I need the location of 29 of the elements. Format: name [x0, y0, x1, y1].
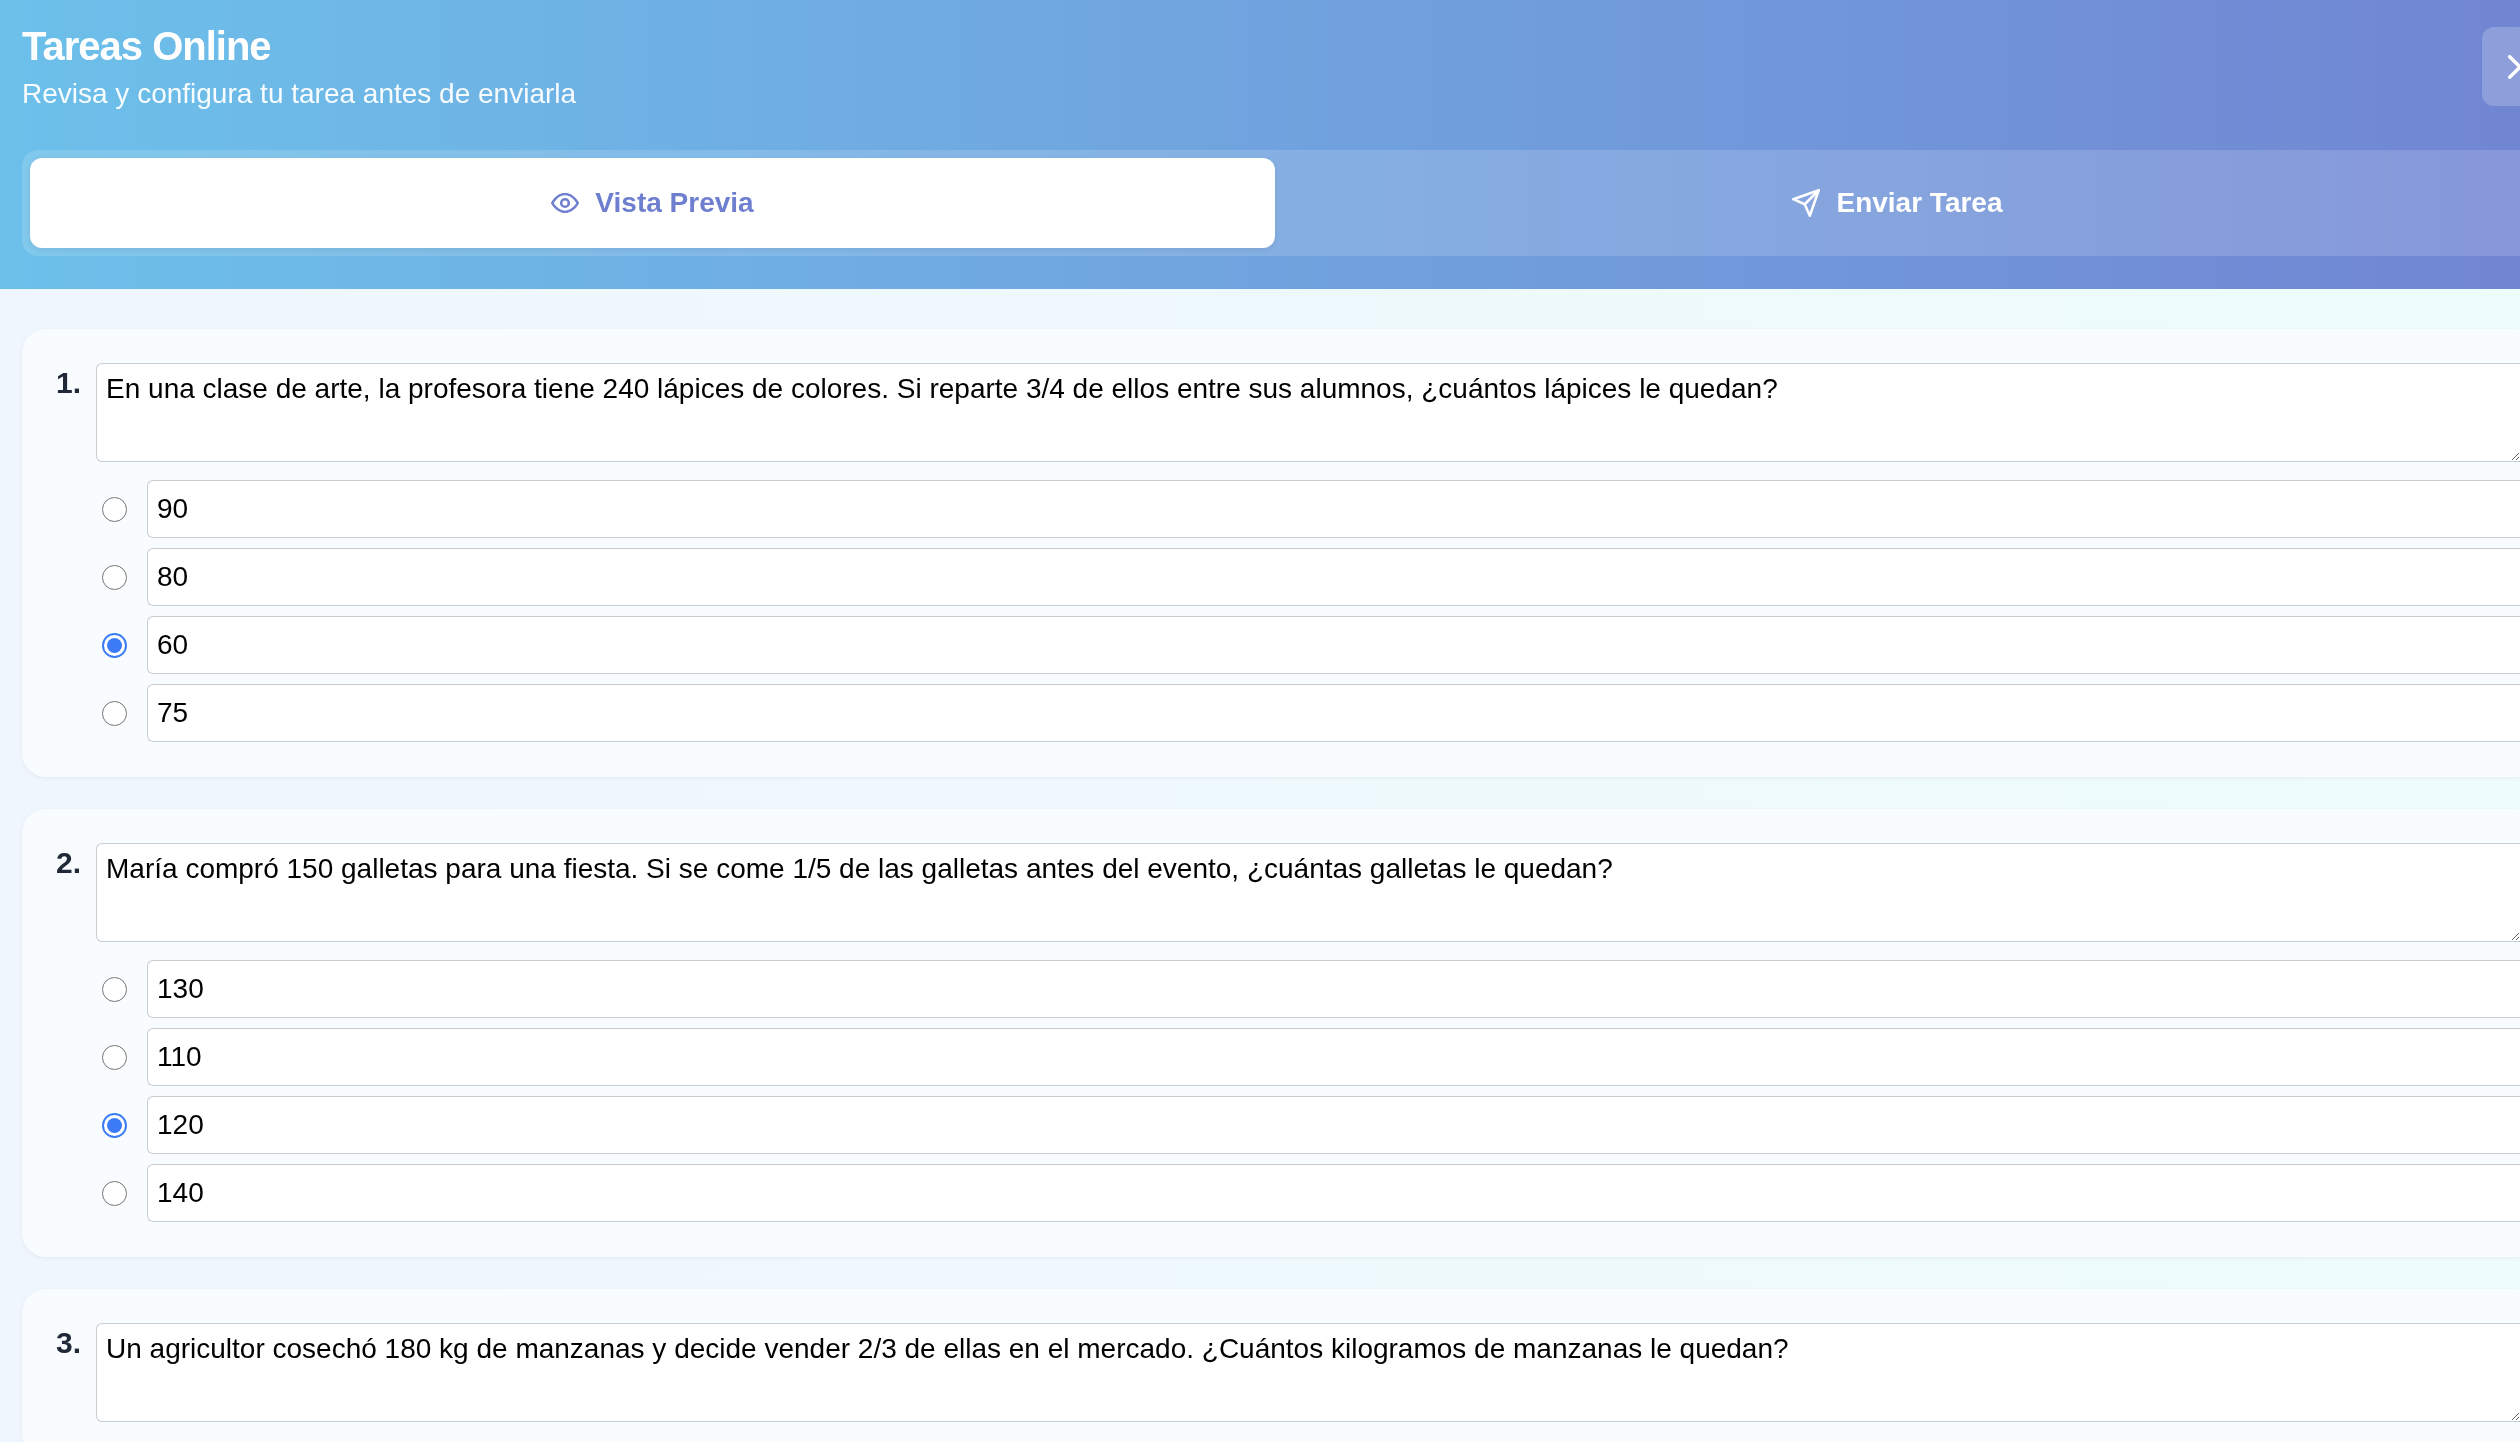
- radio-button[interactable]: [102, 496, 127, 522]
- answer-option-field[interactable]: 90: [147, 480, 2520, 538]
- radio-button[interactable]: [102, 1180, 127, 1206]
- app-subtitle: Revisa y configura tu tarea antes de enviarla: [22, 78, 577, 110]
- eye-icon: [551, 193, 580, 213]
- radio-button[interactable]: [102, 1112, 127, 1138]
- close-icon: [2508, 54, 2520, 79]
- paper-plane-icon: [1792, 189, 1821, 217]
- answer-option-field[interactable]: 110: [147, 1028, 2520, 1086]
- tab[interactable]: Vista Previa: [30, 158, 1275, 248]
- answer-option-field[interactable]: 60: [147, 616, 2520, 674]
- radio-button[interactable]: [102, 1044, 127, 1070]
- radio-button[interactable]: [102, 632, 127, 658]
- question-number: 2.: [56, 845, 82, 881]
- answer-option-field[interactable]: 75: [147, 684, 2520, 742]
- question-number: 3.: [56, 1325, 82, 1361]
- close-button[interactable]: [2482, 27, 2520, 106]
- radio-button[interactable]: [102, 564, 127, 590]
- answer-option-field[interactable]: 80: [147, 548, 2520, 606]
- answer-option-field[interactable]: 130: [147, 960, 2520, 1018]
- question-number: 1.: [56, 365, 82, 401]
- question-text-field[interactable]: Un agricultor cosechó 180 kg de manzanas y decide vender 2/3 de ellas en el mercado. ¿Cuántos kilogramos de manzanas le quedan?: [96, 1323, 2520, 1422]
- answer-option-field[interactable]: 120: [147, 1096, 2520, 1154]
- answer-option-field[interactable]: 140: [147, 1164, 2520, 1222]
- radio-button[interactable]: [102, 976, 127, 1002]
- app-title: Tareas Online: [22, 23, 271, 70]
- question-text-field[interactable]: En una clase de arte, la profesora tiene 240 lápices de colores. Si reparte 3/4 de ellos entre sus alumnos, ¿cuántos lápices le quedan?: [96, 363, 2520, 462]
- question-text-field[interactable]: María compró 150 galletas para una fiesta. Si se come 1/5 de las galletas antes del evento, ¿cuántas galletas le quedan?: [96, 843, 2520, 942]
- radio-button[interactable]: [102, 700, 127, 726]
